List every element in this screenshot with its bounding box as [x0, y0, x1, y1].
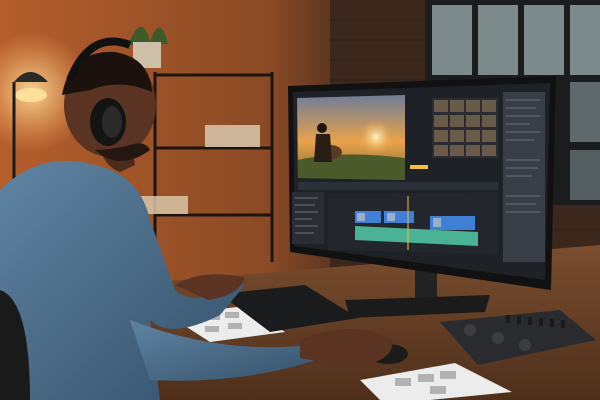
headphones-cushion: [102, 106, 122, 138]
transport-bar: [298, 182, 498, 190]
properties-panel: [503, 92, 545, 262]
shelf-box: [205, 125, 260, 147]
preview-guitarist-body: [314, 134, 332, 162]
preview-sun: [358, 119, 394, 155]
timeline-marker: [410, 165, 428, 169]
clip-thumbnail-grid: [432, 98, 498, 158]
preview-guitarist-head: [317, 123, 327, 133]
project-panel: [292, 192, 324, 244]
lamp-bulb: [15, 88, 47, 102]
photo-scene: [0, 0, 600, 400]
preview-field: [298, 154, 405, 180]
scene-illustration: [0, 0, 600, 400]
